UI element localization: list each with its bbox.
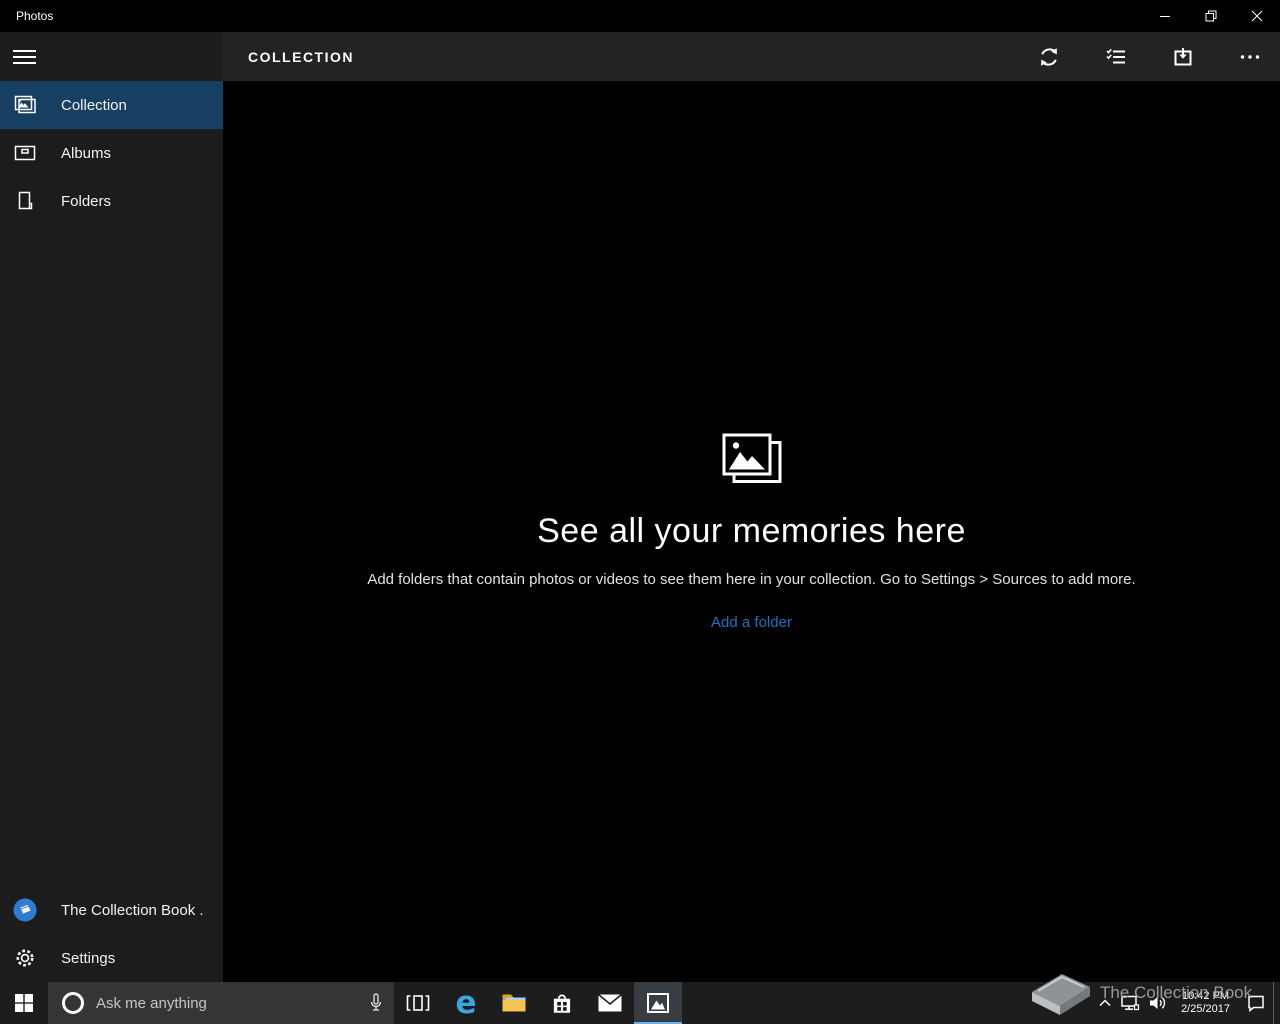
title-bar: Photos <box>0 0 1280 32</box>
import-button[interactable] <box>1159 32 1207 81</box>
empty-state-description: Add folders that contain photos or video… <box>367 570 1136 588</box>
volume-icon <box>1150 997 1166 1009</box>
taskbar-edge-button[interactable] <box>442 982 490 1024</box>
clock-time: 10:42 PM <box>1181 990 1230 1002</box>
taskbar-store-button[interactable] <box>538 982 586 1024</box>
account-avatar <box>13 898 37 922</box>
ellipsis-icon <box>1240 54 1260 59</box>
collection-empty-state: See all your memories here Add folders t… <box>223 81 1280 982</box>
clock-date: 2/25/2017 <box>1181 1003 1230 1015</box>
account-name: The Collection Book . <box>61 901 204 919</box>
sidebar-item-folders[interactable]: Folders <box>0 177 223 225</box>
refresh-button[interactable] <box>1025 32 1073 81</box>
minimize-button[interactable] <box>1142 0 1188 32</box>
action-center-button[interactable] <box>1239 982 1273 1024</box>
refresh-icon <box>1041 47 1057 66</box>
sidebar-item-settings[interactable]: Settings <box>0 934 223 982</box>
tray-volume-button[interactable] <box>1144 982 1172 1024</box>
settings-gear-icon <box>13 946 37 970</box>
window-title: Photos <box>16 9 54 23</box>
sidebar-item-label: Collection <box>61 96 127 114</box>
collection-icon <box>13 93 37 117</box>
action-center-icon <box>1248 995 1264 1013</box>
restore-icon <box>1205 10 1217 22</box>
albums-icon <box>13 141 37 165</box>
cortana-icon <box>62 992 84 1014</box>
system-tray: 10:42 PM 2/25/2017 <box>1094 982 1280 1024</box>
sidebar-item-label: Albums <box>61 144 112 162</box>
close-icon <box>1251 10 1263 22</box>
import-icon <box>1174 47 1192 65</box>
empty-state-title: See all your memories here <box>537 511 966 550</box>
store-icon <box>553 994 571 1013</box>
folders-icon <box>13 189 37 213</box>
taskbar-file-explorer-button[interactable] <box>490 982 538 1024</box>
restore-button[interactable] <box>1188 0 1234 32</box>
task-view-icon <box>406 995 430 1011</box>
settings-label: Settings <box>61 949 116 967</box>
taskbar-mail-button[interactable] <box>586 982 634 1024</box>
show-desktop-button[interactable] <box>1273 982 1280 1024</box>
sidebar-item-albums[interactable]: Albums <box>0 129 223 177</box>
account-item[interactable]: The Collection Book . <box>0 886 223 934</box>
hamburger-icon <box>13 49 36 64</box>
sidebar: Collection Albums Folders The Collection… <box>0 32 223 982</box>
photos-app-icon <box>647 993 669 1013</box>
sidebar-item-label: Folders <box>61 192 112 210</box>
page-title: COLLECTION <box>248 48 354 65</box>
tray-chevron-up-button[interactable] <box>1094 982 1116 1024</box>
task-view-button[interactable] <box>394 982 442 1024</box>
minimize-icon <box>1160 16 1170 17</box>
tray-network-button[interactable] <box>1116 982 1144 1024</box>
mail-icon <box>597 993 623 1012</box>
sidebar-bottom: The Collection Book . Settings <box>0 886 223 982</box>
tray-clock[interactable]: 10:42 PM 2/25/2017 <box>1172 990 1239 1016</box>
taskbar: 10:42 PM 2/25/2017 <box>0 982 1280 1024</box>
windows-logo-icon <box>15 994 33 1012</box>
content-header: COLLECTION <box>223 32 1280 81</box>
hamburger-menu-button[interactable] <box>0 32 223 81</box>
close-button[interactable] <box>1234 0 1280 32</box>
search-input[interactable] <box>96 994 336 1012</box>
file-explorer-icon <box>502 994 526 1012</box>
cortana-search-box[interactable] <box>48 982 394 1024</box>
sidebar-item-collection[interactable]: Collection <box>0 81 223 129</box>
photos-app-window: Photos Collection Albums Folders The Col… <box>0 0 1280 1024</box>
add-folder-link[interactable]: Add a folder <box>711 614 792 631</box>
taskbar-photos-button[interactable] <box>634 982 682 1024</box>
network-icon <box>1121 995 1140 1011</box>
more-button[interactable] <box>1226 32 1274 81</box>
chevron-up-icon <box>1099 999 1111 1007</box>
edge-icon <box>455 988 476 1019</box>
start-button[interactable] <box>0 982 48 1024</box>
microphone-icon[interactable] <box>368 991 384 1020</box>
select-checklist-icon <box>1106 48 1125 63</box>
select-button[interactable] <box>1092 32 1140 81</box>
photos-stack-icon <box>721 433 783 490</box>
